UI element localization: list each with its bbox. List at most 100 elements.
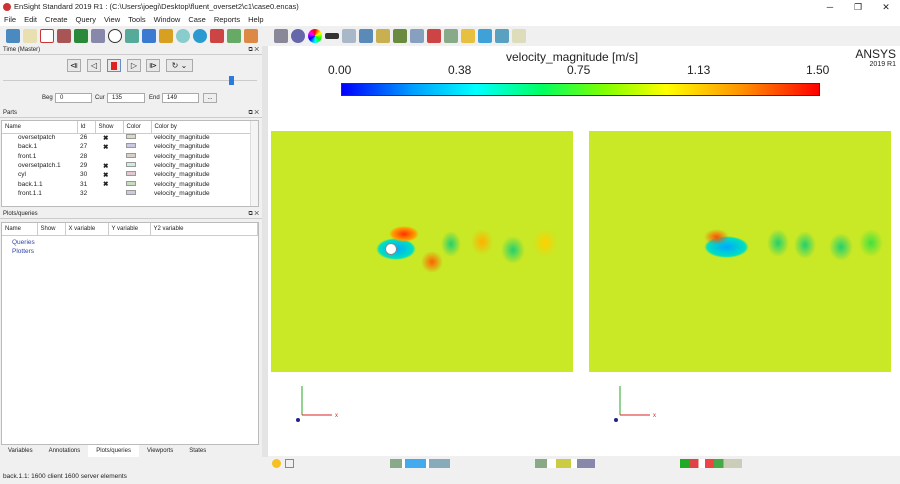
col-show[interactable]: Show bbox=[37, 223, 66, 236]
lines-icon[interactable] bbox=[325, 33, 339, 39]
col-color[interactable]: Color bbox=[123, 121, 152, 134]
parts-scrollbar[interactable] bbox=[250, 121, 258, 206]
tool-icon-l[interactable] bbox=[495, 29, 509, 43]
menu-case[interactable]: Case bbox=[184, 14, 210, 26]
part-show-checkbox[interactable]: ✖ bbox=[95, 179, 123, 188]
color-swatch[interactable] bbox=[126, 134, 136, 140]
part-show-checkbox[interactable]: ✖ bbox=[95, 142, 123, 151]
beg-input[interactable]: 0 bbox=[55, 93, 92, 103]
tool-icon-c[interactable] bbox=[342, 29, 356, 43]
loop-mode-dropdown[interactable]: ↻ ⌄ bbox=[166, 59, 193, 72]
tab-annotations[interactable]: Annotations bbox=[41, 445, 89, 457]
close-button[interactable]: ✕ bbox=[872, 0, 900, 14]
table-row[interactable]: oversetpatch.1 29 ✖ velocity_magnitude bbox=[2, 161, 258, 170]
variables-tool-icon[interactable] bbox=[74, 29, 88, 43]
vector-icon[interactable] bbox=[244, 29, 258, 43]
isosurface-icon[interactable] bbox=[193, 29, 207, 43]
panel-float-close-icon[interactable]: ⧉ ✕ bbox=[248, 109, 259, 118]
book-icon[interactable] bbox=[125, 29, 139, 43]
tree-item-plotters[interactable]: Plotters bbox=[12, 247, 258, 256]
tab-viewports[interactable]: Viewports bbox=[139, 445, 181, 457]
color-swatch[interactable] bbox=[126, 152, 136, 158]
maximize-button[interactable]: ❐ bbox=[844, 0, 872, 14]
plot-tool-icon[interactable] bbox=[40, 29, 54, 43]
part-show-checkbox[interactable]: ✖ bbox=[95, 161, 123, 170]
tree-item-queries[interactable]: Queries bbox=[12, 238, 258, 247]
col-x-variable[interactable]: X variable bbox=[65, 223, 109, 236]
time-more-button[interactable]: ... bbox=[203, 93, 217, 103]
part-colorby[interactable]: velocity_magnitude bbox=[151, 179, 258, 188]
tool-icon-k[interactable] bbox=[478, 29, 492, 43]
table-row[interactable]: front.1 28 velocity_magnitude bbox=[2, 152, 258, 161]
color-palette-icon[interactable] bbox=[308, 29, 322, 43]
time-slider-thumb[interactable] bbox=[229, 76, 234, 85]
col-name[interactable]: Name bbox=[2, 121, 78, 134]
display-mode-icon[interactable] bbox=[680, 459, 742, 468]
color-swatch[interactable] bbox=[126, 180, 136, 186]
stop-button[interactable] bbox=[107, 59, 121, 72]
menu-reports[interactable]: Reports bbox=[210, 14, 244, 26]
clock-icon[interactable] bbox=[108, 29, 122, 43]
part-color[interactable] bbox=[123, 133, 151, 142]
part-colorby[interactable]: velocity_magnitude bbox=[151, 170, 258, 179]
menu-edit[interactable]: Edit bbox=[20, 14, 41, 26]
tab-states[interactable]: States bbox=[181, 445, 214, 457]
part-color[interactable] bbox=[123, 161, 151, 170]
play-button[interactable]: ▷ bbox=[127, 59, 141, 72]
part-colorby[interactable]: velocity_magnitude bbox=[151, 189, 258, 198]
step-back-button[interactable]: ◁ bbox=[87, 59, 101, 72]
cube-icon[interactable] bbox=[285, 459, 294, 468]
menu-tools[interactable]: Tools bbox=[124, 14, 150, 26]
menu-query[interactable]: Query bbox=[72, 14, 100, 26]
menu-window[interactable]: Window bbox=[150, 14, 185, 26]
tool-icon-g[interactable] bbox=[410, 29, 424, 43]
color-swatch[interactable] bbox=[126, 189, 136, 195]
query-tool-icon[interactable] bbox=[57, 29, 71, 43]
col-y2-variable[interactable]: Y2 variable bbox=[150, 223, 258, 236]
part-show-checkbox[interactable] bbox=[95, 152, 123, 161]
menu-create[interactable]: Create bbox=[41, 14, 72, 26]
menu-help[interactable]: Help bbox=[244, 14, 267, 26]
table-row[interactable]: back.1.1 31 ✖ velocity_magnitude bbox=[2, 179, 258, 188]
tool-icon-i[interactable] bbox=[444, 29, 458, 43]
part-color[interactable] bbox=[123, 179, 151, 188]
col-id[interactable]: Id bbox=[77, 121, 96, 134]
tool-icon-h[interactable] bbox=[427, 29, 441, 43]
tool-icon-a[interactable] bbox=[274, 29, 288, 43]
part-colorby[interactable]: velocity_magnitude bbox=[151, 161, 258, 170]
pick-tools-icon[interactable] bbox=[535, 459, 595, 468]
part-color[interactable] bbox=[123, 142, 151, 151]
tool-icon-e[interactable] bbox=[376, 29, 390, 43]
col-name[interactable]: Name bbox=[2, 223, 38, 236]
panel-float-close-icon[interactable]: ⧉ ✕ bbox=[248, 46, 259, 55]
part-show-checkbox[interactable]: ✖ bbox=[95, 170, 123, 179]
part-color[interactable] bbox=[123, 170, 151, 179]
part-color[interactable] bbox=[123, 152, 151, 161]
tool-icon-m[interactable] bbox=[512, 29, 526, 43]
table-row[interactable]: front.1.1 32 velocity_magnitude bbox=[2, 189, 258, 198]
part-show-checkbox[interactable] bbox=[95, 189, 123, 198]
time-slider-track[interactable] bbox=[3, 80, 257, 81]
tool-icon-j[interactable] bbox=[461, 29, 475, 43]
clapper-icon[interactable] bbox=[142, 29, 156, 43]
part-colorby[interactable]: velocity_magnitude bbox=[151, 142, 258, 151]
cur-input[interactable]: 135 bbox=[107, 93, 145, 103]
tab-plots-queries[interactable]: Plots/queries bbox=[88, 445, 139, 457]
table-row[interactable]: cyl 30 ✖ velocity_magnitude bbox=[2, 170, 258, 179]
part-colorby[interactable]: velocity_magnitude bbox=[151, 133, 258, 142]
part-color[interactable] bbox=[123, 189, 151, 198]
minimize-button[interactable]: ─ bbox=[816, 0, 844, 14]
part-show-checkbox[interactable]: ✖ bbox=[95, 133, 123, 142]
menu-view[interactable]: View bbox=[100, 14, 124, 26]
part-colorby[interactable]: velocity_magnitude bbox=[151, 152, 258, 161]
view-tools-icon[interactable] bbox=[390, 459, 450, 468]
col-colorby[interactable]: Color by bbox=[151, 121, 258, 134]
end-input[interactable]: 149 bbox=[162, 93, 199, 103]
last-step-button[interactable]: ⧐ bbox=[146, 59, 160, 72]
tool-icon-d[interactable] bbox=[359, 29, 373, 43]
annotation-tool-icon[interactable] bbox=[91, 29, 105, 43]
tool-icon-f[interactable] bbox=[393, 29, 407, 43]
table-tool-icon[interactable] bbox=[23, 29, 37, 43]
first-step-button[interactable]: ⧏ bbox=[67, 59, 81, 72]
toolbox-icon[interactable] bbox=[159, 29, 173, 43]
